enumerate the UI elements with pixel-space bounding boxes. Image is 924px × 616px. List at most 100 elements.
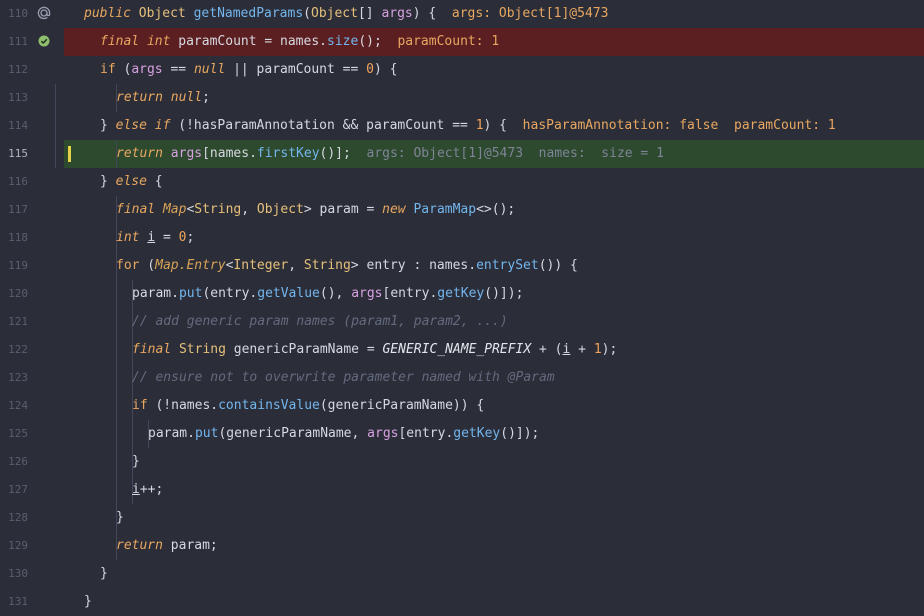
code-line[interactable]: 127 i++; <box>0 476 924 504</box>
line-number[interactable]: 123 <box>0 371 28 385</box>
code-token: (!names. <box>147 398 219 413</box>
code-line[interactable]: 119 for (Map.Entry<Integer, String> entry… <box>0 252 924 280</box>
code-text[interactable]: // add generic param names (param1, para… <box>132 308 508 336</box>
code-text[interactable]: final int paramCount = names.size(); par… <box>100 28 499 56</box>
line-number[interactable]: 128 <box>0 511 28 525</box>
code-text[interactable]: } else { <box>100 168 163 196</box>
code-token: final <box>132 342 172 357</box>
at-icon[interactable] <box>37 6 51 20</box>
indent-guide <box>116 420 117 448</box>
code-token: param. <box>132 286 179 301</box>
code-token: paramCount = names. <box>178 34 327 49</box>
code-token: else <box>115 174 147 189</box>
code-token: [entry. <box>398 426 454 441</box>
code-line[interactable]: 110 public Object getNamedParams(Object[]… <box>0 0 924 28</box>
code-token: Object <box>311 6 358 21</box>
code-text[interactable]: } <box>100 560 108 588</box>
code-token: int <box>146 34 171 49</box>
code-line[interactable]: 124 if (!names.containsValue(genericParam… <box>0 392 924 420</box>
code-text[interactable]: param.put(genericParamName, args[entry.g… <box>148 420 539 448</box>
code-text[interactable]: } else if (!hasParamAnnotation && paramC… <box>100 112 836 140</box>
line-number[interactable]: 110 <box>0 7 28 21</box>
code-line[interactable]: 113 return null; <box>0 84 924 112</box>
code-token: <>(); <box>476 202 516 217</box>
code-line[interactable]: 118 int i = 0; <box>0 224 924 252</box>
indent-guide <box>116 448 117 476</box>
code-line[interactable]: 116 } else { <box>0 168 924 196</box>
code-line[interactable]: 126} <box>0 448 924 476</box>
code-token: null <box>193 62 226 77</box>
code-line[interactable]: 125 param.put(genericParamName, args[entr… <box>0 420 924 448</box>
line-number[interactable]: 127 <box>0 483 28 497</box>
line-number[interactable]: 117 <box>0 203 28 217</box>
code-text[interactable]: if (args == null || paramCount == 0) { <box>100 56 397 84</box>
line-number[interactable]: 111 <box>0 35 28 49</box>
code-token: [names. <box>202 146 257 161</box>
code-token: Object <box>256 202 304 217</box>
line-number[interactable]: 125 <box>0 427 28 441</box>
code-token: args: Object[1]@5473 <box>451 6 609 21</box>
code-token: } <box>116 510 124 525</box>
code-line[interactable]: 112 if (args == null || paramCount == 0) … <box>0 56 924 84</box>
code-text[interactable]: int i = 0; <box>116 224 194 252</box>
code-line[interactable]: 120 param.put(entry.getValue(), args[entr… <box>0 280 924 308</box>
code-line[interactable]: 130} <box>0 560 924 588</box>
code-text[interactable]: i++; <box>132 476 163 504</box>
code-text[interactable]: public Object getNamedParams(Object[] ar… <box>84 0 608 28</box>
line-number[interactable]: 119 <box>0 259 28 273</box>
line-number[interactable]: 113 <box>0 91 28 105</box>
code-token: > param = <box>303 202 383 217</box>
code-text[interactable]: param.put(entry.getValue(), args[entry.g… <box>132 280 523 308</box>
code-line[interactable]: 114 } else if (!hasParamAnnotation && par… <box>0 112 924 140</box>
code-editor[interactable]: 110 public Object getNamedParams(Object[]… <box>0 0 924 612</box>
line-number[interactable]: 120 <box>0 287 28 301</box>
code-token: (entry. <box>202 286 258 301</box>
code-token: param; <box>162 538 218 553</box>
indent-guide <box>116 392 117 420</box>
code-line[interactable]: 129 return param; <box>0 532 924 560</box>
line-number[interactable]: 121 <box>0 315 28 329</box>
code-text[interactable]: final String genericParamName = GENERIC_… <box>132 336 617 364</box>
line-number[interactable]: 116 <box>0 175 28 189</box>
code-token: for <box>116 258 140 273</box>
code-text[interactable]: } <box>116 504 124 532</box>
code-line[interactable]: 123 // ensure not to overwrite parameter … <box>0 364 924 392</box>
line-number[interactable]: 126 <box>0 455 28 469</box>
code-line[interactable]: 121 // add generic param names (param1, p… <box>0 308 924 336</box>
line-number[interactable]: 130 <box>0 567 28 581</box>
line-number[interactable]: 118 <box>0 231 28 245</box>
code-line[interactable]: 128} <box>0 504 924 532</box>
code-token: new <box>382 202 406 217</box>
line-number[interactable]: 115 <box>0 147 28 161</box>
code-line[interactable]: 115 return args[names.firstKey()]; args: … <box>0 140 924 168</box>
code-token: int <box>116 230 140 245</box>
code-text[interactable]: final Map<String, Object> param = new Pa… <box>116 196 515 224</box>
code-token: [] <box>357 6 374 21</box>
code-text[interactable]: return param; <box>116 532 218 560</box>
code-token: getKey <box>453 426 501 441</box>
code-token: paramCount: 1 <box>397 34 500 49</box>
line-number[interactable]: 112 <box>0 63 28 77</box>
line-number[interactable]: 122 <box>0 343 28 357</box>
code-line[interactable]: 122 final String genericParamName = GENER… <box>0 336 924 364</box>
code-text[interactable]: for (Map.Entry<Integer, String> entry : … <box>116 252 578 280</box>
line-number[interactable]: 131 <box>0 595 28 609</box>
code-token: final <box>116 202 156 217</box>
code-token: ) { <box>412 6 452 21</box>
code-text[interactable]: if (!names.containsValue(genericParamNam… <box>132 392 484 420</box>
code-line[interactable]: 111 final int paramCount = names.size(); … <box>0 28 924 56</box>
code-text[interactable]: return null; <box>116 84 210 112</box>
line-number[interactable]: 124 <box>0 399 28 413</box>
code-text[interactable]: // ensure not to overwrite parameter nam… <box>132 364 555 392</box>
code-token: Integer <box>233 258 289 273</box>
code-text[interactable]: } <box>132 448 140 476</box>
code-token: { <box>146 174 163 189</box>
code-line[interactable]: 117 final Map<String, Object> param = new… <box>0 196 924 224</box>
line-number[interactable]: 129 <box>0 539 28 553</box>
code-token: args <box>170 146 203 161</box>
code-text[interactable]: return args[names.firstKey()]; args: Obj… <box>116 140 664 168</box>
code-token: containsValue <box>218 398 320 413</box>
line-number[interactable]: 114 <box>0 119 28 133</box>
breakpoint-check-icon[interactable] <box>37 34 51 48</box>
